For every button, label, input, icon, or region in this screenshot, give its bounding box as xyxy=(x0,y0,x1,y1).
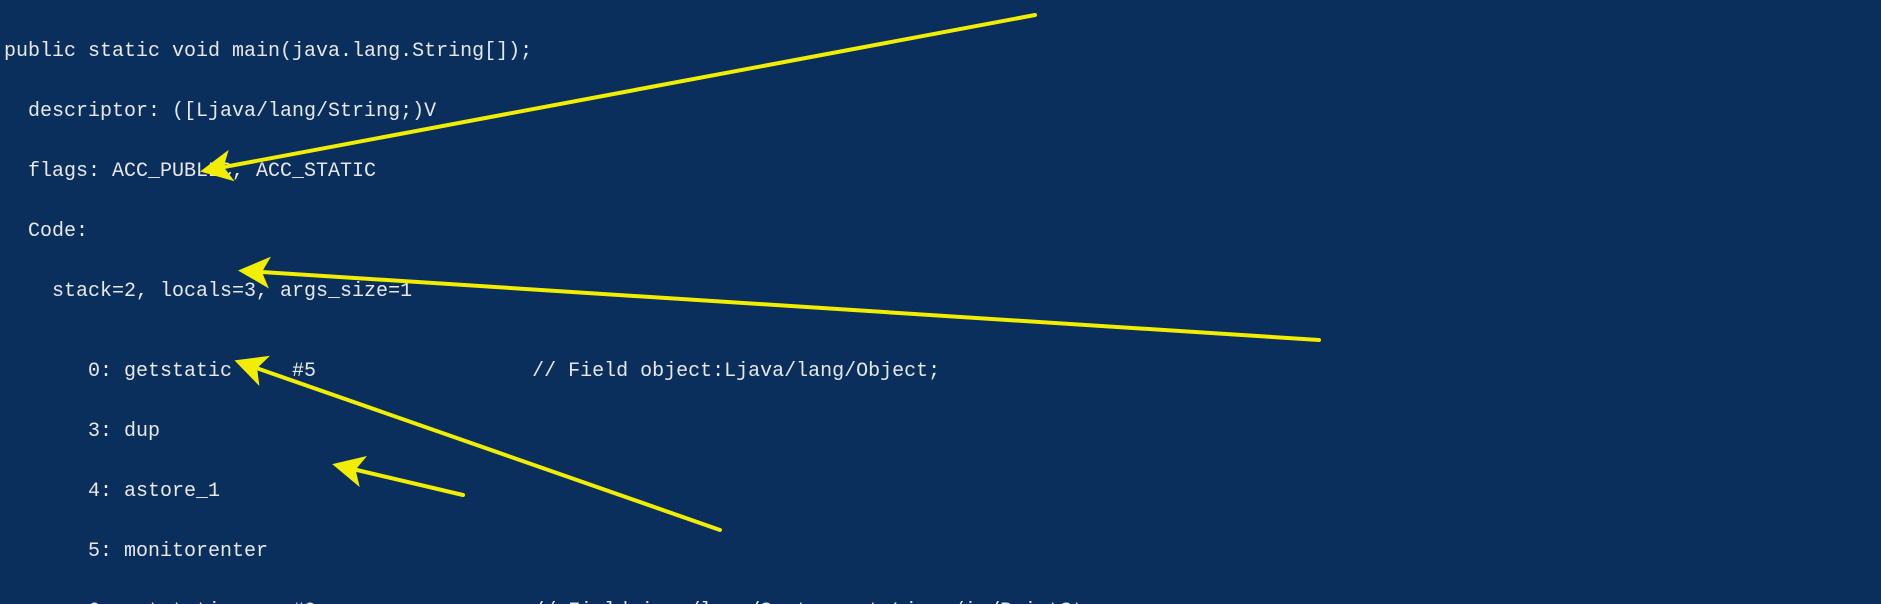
bytecode-instruction: 5: monitorenter xyxy=(4,542,1240,562)
bytecode-listing: public static void main(java.lang.String… xyxy=(4,2,1240,604)
stack-line: stack=2, locals=3, args_size=1 xyxy=(4,282,1240,302)
code-label: Code: xyxy=(4,222,1240,242)
bytecode-instruction: 0: getstatic #5 // Field object:Ljava/la… xyxy=(4,362,1240,382)
bytecode-screenshot: public static void main(java.lang.String… xyxy=(0,0,1881,604)
bytecode-instruction: 3: dup xyxy=(4,422,1240,442)
descriptor-line: descriptor: ([Ljava/lang/String;)V xyxy=(4,102,1240,122)
flags-line: flags: ACC_PUBLIC, ACC_STATIC xyxy=(4,162,1240,182)
method-signature: public static void main(java.lang.String… xyxy=(4,42,1240,62)
bytecode-instruction: 4: astore_1 xyxy=(4,482,1240,502)
